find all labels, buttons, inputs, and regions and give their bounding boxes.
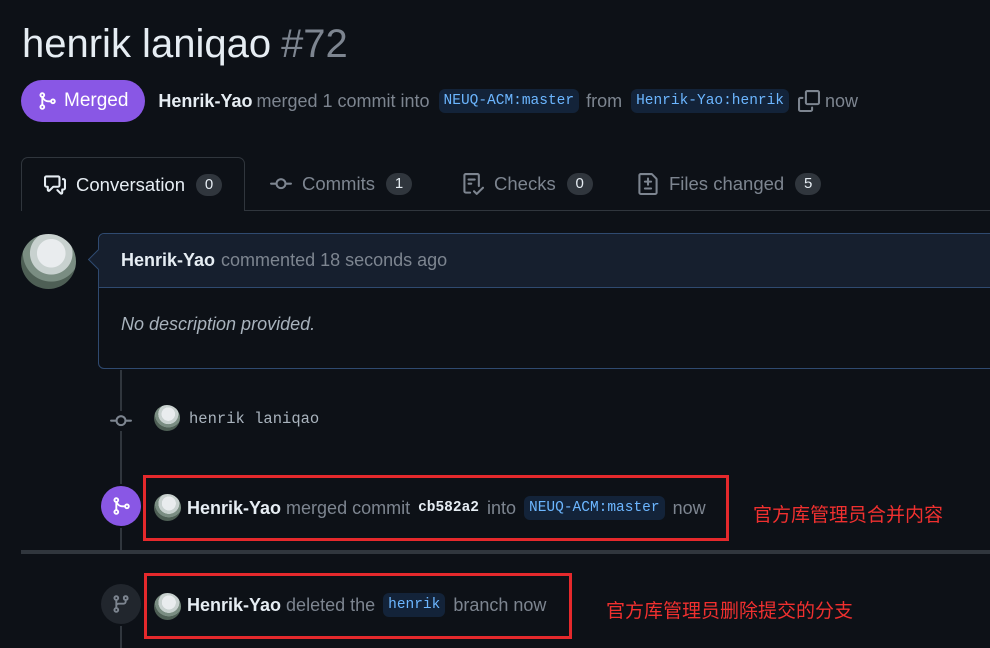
pr-header-meta: Merged Henrik-Yao merged 1 commit into N… bbox=[21, 80, 858, 122]
tab-commits-count: 1 bbox=[385, 173, 412, 195]
annotation-highlight-box bbox=[143, 475, 729, 541]
head-branch-label[interactable]: Henrik-Yao:henrik bbox=[631, 89, 790, 113]
tab-conversation-label: Conversation bbox=[76, 173, 186, 195]
comment-discussion-icon bbox=[44, 174, 66, 195]
merge-summary-text: merged 1 commit into bbox=[256, 90, 430, 111]
comment-author-link[interactable]: Henrik-Yao bbox=[121, 250, 215, 271]
tab-files-changed-label: Files changed bbox=[669, 173, 785, 194]
tab-conversation[interactable]: Conversation 0 bbox=[21, 157, 246, 211]
tab-commits-label: Commits bbox=[302, 173, 375, 194]
comment-header: Henrik-Yao commented 18 seconds ago bbox=[99, 234, 990, 288]
tab-files-changed[interactable]: Files changed 5 bbox=[637, 157, 822, 211]
avatar[interactable] bbox=[154, 405, 180, 431]
commit-message-link[interactable]: henrik laniqao bbox=[189, 410, 319, 428]
merge-annotation: 官方库管理员合并内容 bbox=[753, 504, 944, 526]
comment-body: No description provided. bbox=[121, 314, 316, 334]
checklist-icon bbox=[463, 173, 484, 195]
base-branch-label[interactable]: NEUQ-ACM:master bbox=[438, 89, 580, 113]
tab-checks-count: 0 bbox=[566, 173, 593, 195]
avatar[interactable] bbox=[21, 234, 76, 289]
file-diff-icon bbox=[638, 173, 658, 195]
tab-checks-label: Checks bbox=[494, 173, 556, 194]
tab-checks[interactable]: Checks 0 bbox=[462, 157, 593, 211]
tab-files-changed-count: 5 bbox=[795, 173, 822, 195]
git-branch-icon bbox=[101, 584, 141, 624]
pr-number: #72 bbox=[281, 22, 348, 66]
comment-meta: commented 18 seconds ago bbox=[221, 250, 448, 270]
merged-status-label: Merged bbox=[64, 90, 129, 111]
git-merge-icon bbox=[101, 486, 141, 526]
annotation-highlight-box bbox=[144, 573, 572, 639]
timeline-line bbox=[120, 528, 122, 550]
timeline-line bbox=[120, 626, 122, 648]
pr-time: now bbox=[825, 90, 859, 111]
pr-title: henrik laniqao #72 bbox=[22, 18, 348, 70]
delete-annotation: 官方库管理员删除提交的分支 bbox=[606, 600, 854, 622]
tab-conversation-count: 0 bbox=[196, 173, 223, 196]
git-merge-icon bbox=[39, 92, 56, 110]
from-text: from bbox=[586, 90, 623, 111]
merged-status-badge: Merged bbox=[21, 80, 146, 122]
git-commit-icon bbox=[270, 178, 292, 190]
copy-icon[interactable] bbox=[798, 90, 821, 112]
pr-title-text: henrik laniqao bbox=[22, 22, 272, 66]
pr-author-link[interactable]: Henrik-Yao bbox=[158, 91, 252, 112]
timeline-divider bbox=[21, 550, 990, 554]
pr-tabs: Conversation 0 Commits 1 Checks 0 Files … bbox=[0, 157, 990, 211]
tab-commits[interactable]: Commits 1 bbox=[270, 157, 412, 211]
git-commit-icon bbox=[109, 411, 133, 431]
pr-description-comment: Henrik-Yao commented 18 seconds ago No d… bbox=[98, 233, 990, 369]
